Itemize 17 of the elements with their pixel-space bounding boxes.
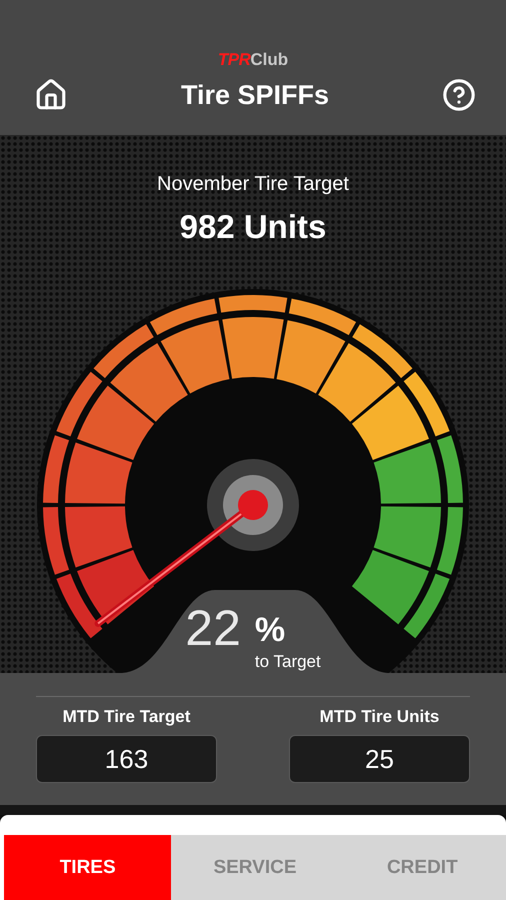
home-icon[interactable] (34, 78, 68, 112)
stat-value: 25 (289, 735, 470, 783)
tab[interactable]: SERVICE (171, 835, 339, 900)
help-icon[interactable] (442, 78, 476, 112)
brand-logo-mark: TPR (218, 50, 250, 70)
target-label: November Tire Target (157, 173, 349, 196)
brand-logo-text: Club (250, 50, 288, 70)
target-value: 982 Units (180, 208, 326, 246)
stat-label: MTD Tire Target (62, 707, 190, 727)
stat-value: 163 (36, 735, 217, 783)
percent-caption: to Target (254, 652, 321, 672)
page-title: Tire SPIFFs (180, 80, 330, 110)
tab[interactable]: CREDIT (338, 835, 506, 900)
stat-label: MTD Tire Units (320, 707, 440, 727)
percent-value: 22 (185, 599, 241, 655)
tab[interactable]: TIRES (4, 835, 172, 900)
percent-sign: % (254, 611, 286, 650)
